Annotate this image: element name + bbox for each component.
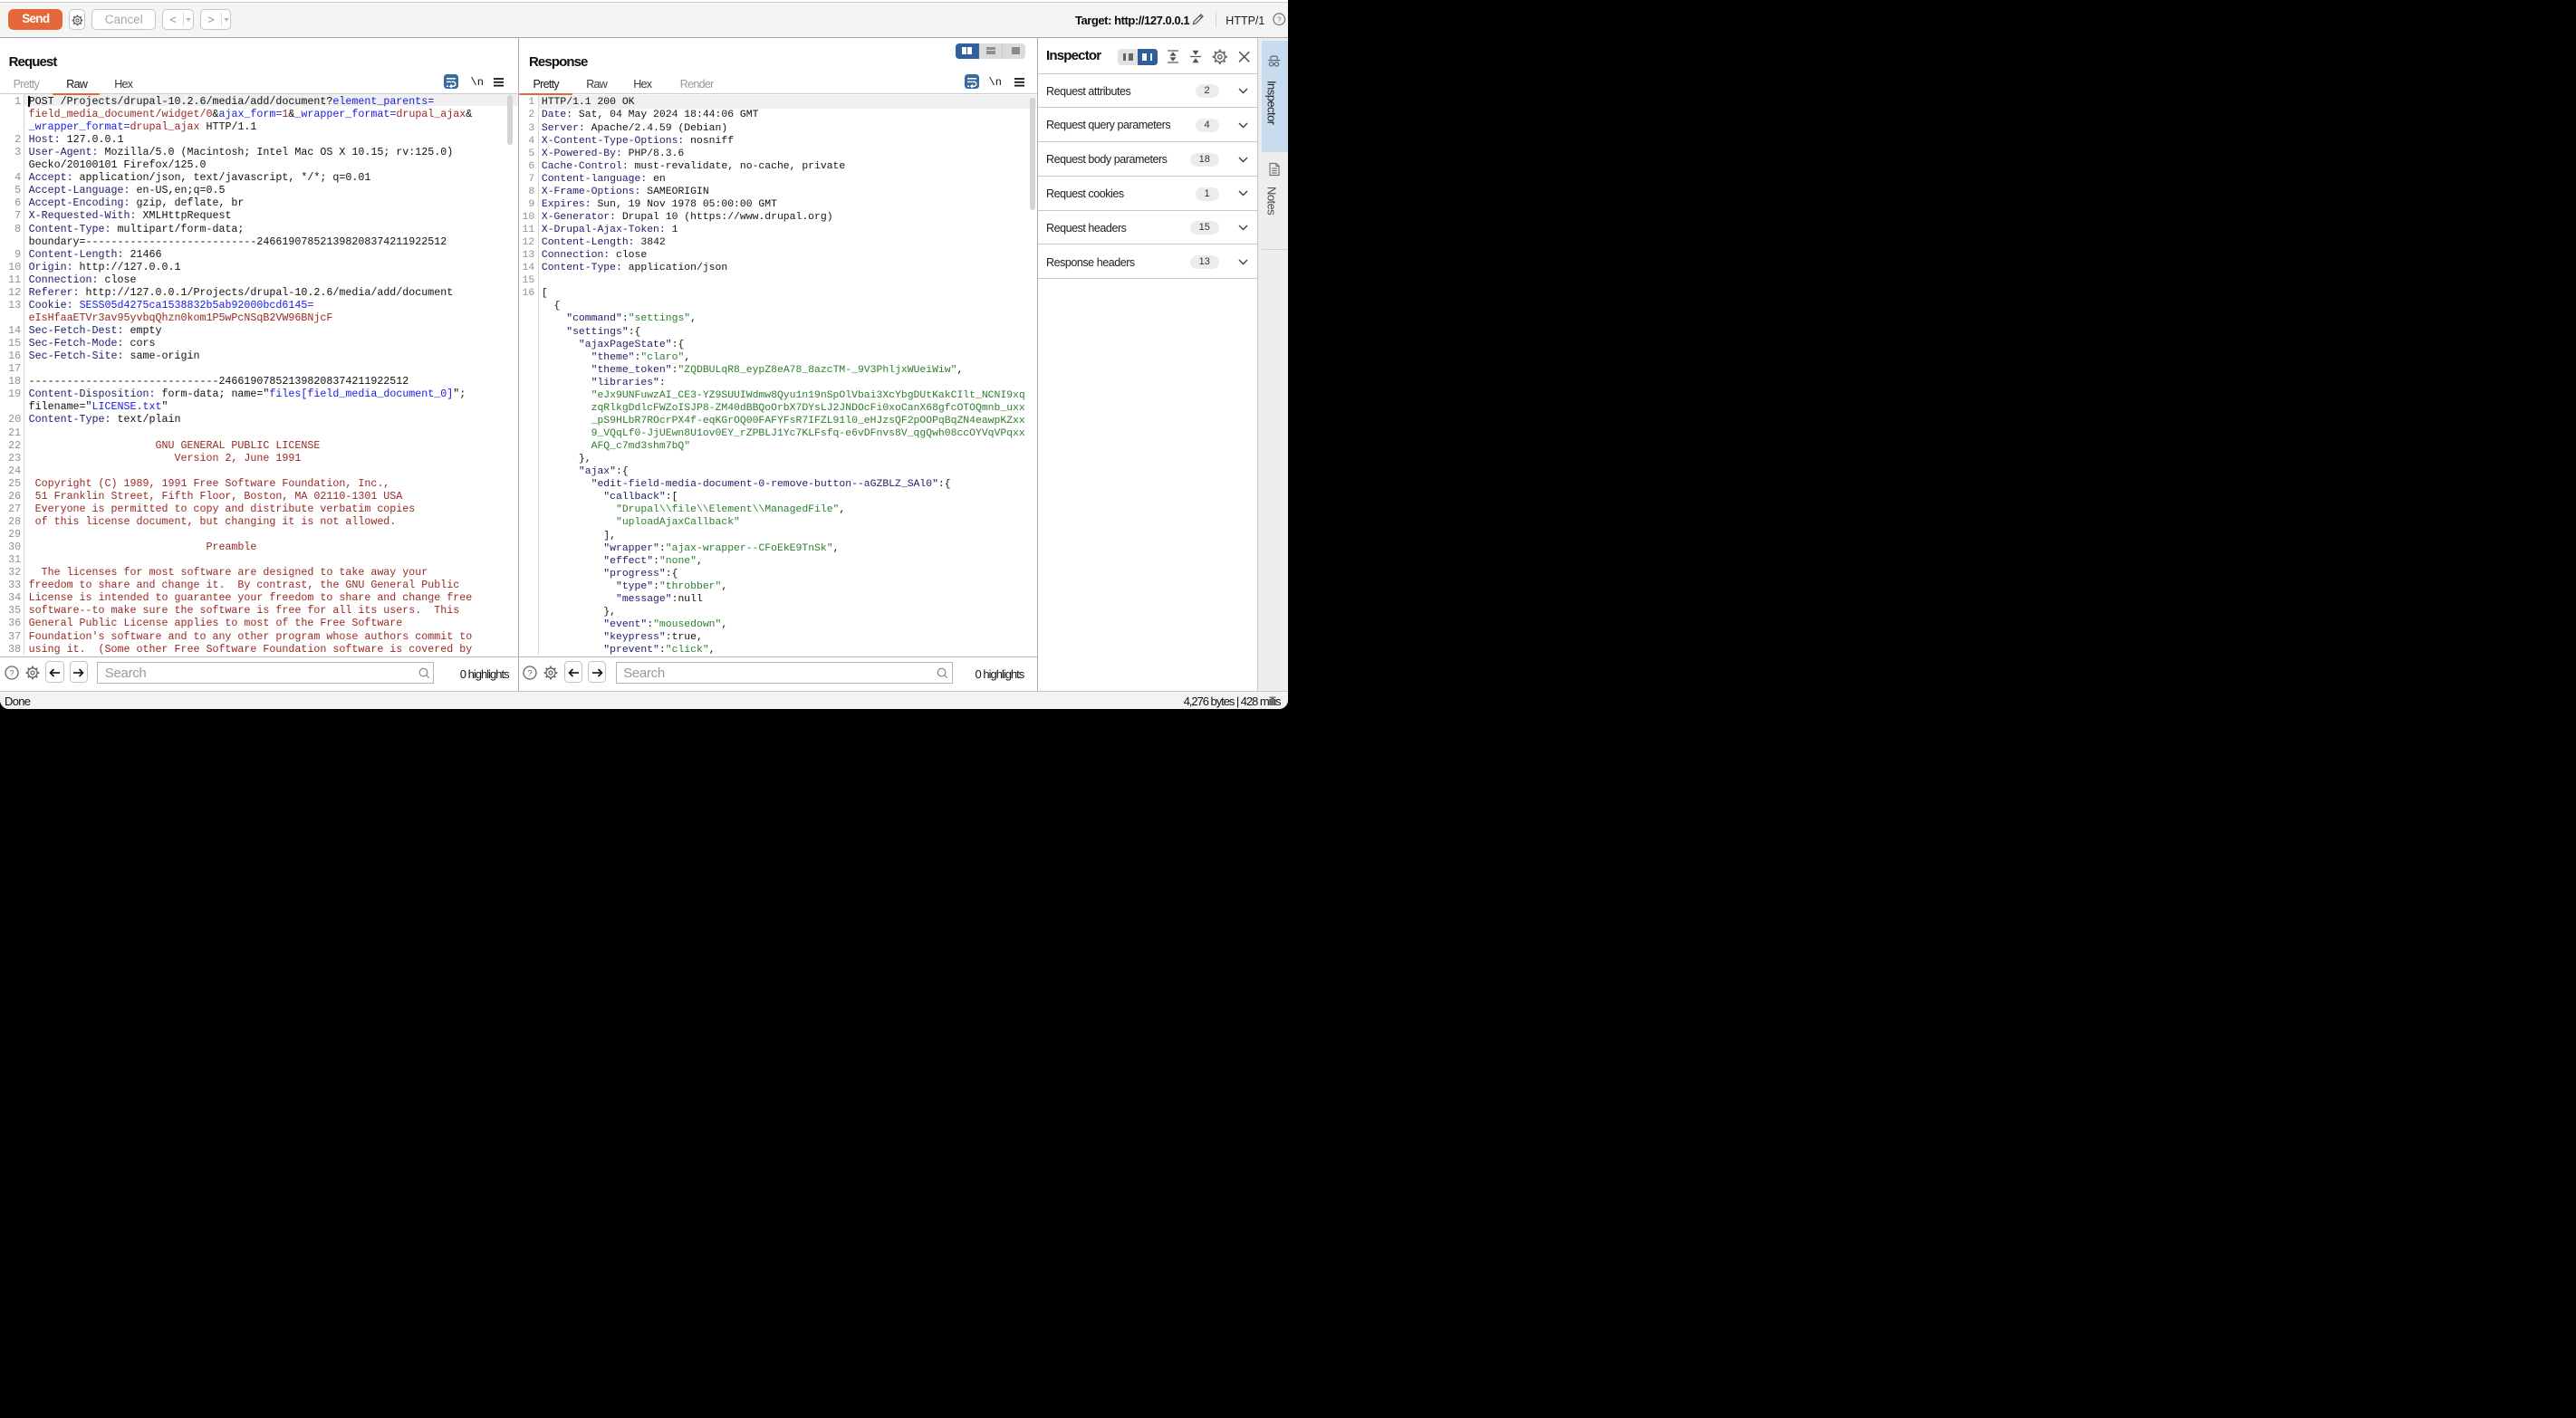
svg-text:?: ?: [1277, 14, 1282, 24]
svg-text:?: ?: [528, 668, 533, 678]
svg-text:?: ?: [9, 668, 14, 678]
